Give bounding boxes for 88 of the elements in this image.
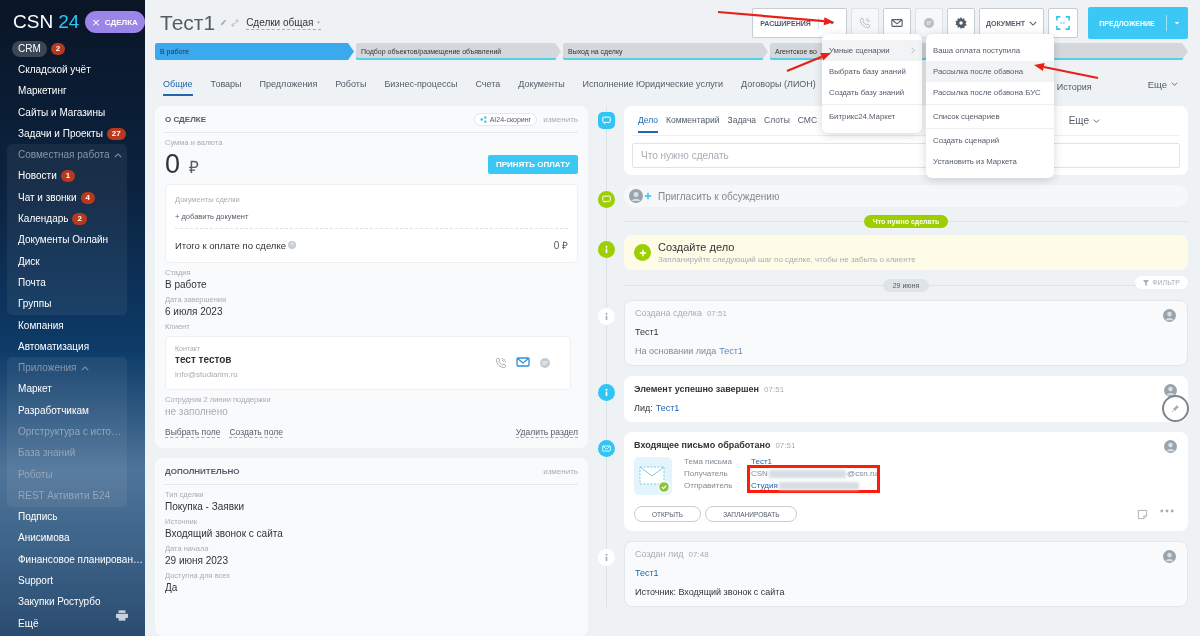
sidebar-item[interactable]: Анисимова <box>18 530 70 547</box>
tab[interactable]: Слоты <box>764 108 790 133</box>
sidebar-item[interactable]: Документы Онлайн <box>18 232 109 249</box>
entry-title: Входящее письмо обработано <box>634 440 771 450</box>
tab[interactable]: Общие <box>163 72 193 96</box>
sidebar-item[interactable]: Задачи и Проекты <box>18 125 103 142</box>
entry-text: Лид: <box>634 403 653 413</box>
entry-time: 07:51 <box>764 384 785 394</box>
section-title: ДОПОЛНИТЕЛЬНО <box>165 466 240 476</box>
entry-title: Создан лид <box>635 549 684 559</box>
entry-time: 07:48 <box>688 549 709 559</box>
more-tabs-button[interactable]: Еще <box>1147 78 1178 90</box>
count-badge: 2 <box>50 42 66 55</box>
sidebar-item[interactable]: Маркетинг <box>18 83 67 100</box>
logo: CSN 24 <box>13 11 80 33</box>
field-value: Да <box>165 582 179 593</box>
total-value: 0 ₽ <box>553 239 568 252</box>
field-label: Отправитель <box>684 481 734 490</box>
tab[interactable]: Товары <box>210 72 242 96</box>
email-link[interactable]: Студия <box>751 481 778 490</box>
count-badge: 2 <box>72 213 87 225</box>
sidebar-item[interactable]: Разработчикам <box>18 402 89 419</box>
tab[interactable]: СМС <box>797 108 818 133</box>
tab[interactable]: Комментарий <box>666 108 720 133</box>
section-title: О СДЕЛКЕ <box>165 114 206 124</box>
sidebar-item[interactable]: Почта <box>18 274 46 291</box>
tab[interactable]: Счета <box>475 72 501 96</box>
field-value: не заполнено <box>165 406 229 417</box>
total-label: Итого к оплате по сделке <box>175 239 286 251</box>
field-label: Получатель <box>684 469 729 478</box>
field-value: 6 июля 2023 <box>165 306 224 317</box>
tab[interactable]: Договоры (ЛИОН) <box>741 72 816 96</box>
sidebar-item[interactable]: CRM <box>12 40 47 57</box>
field-value: @csn.ru <box>847 469 877 478</box>
contact-name[interactable]: тест тестов <box>175 354 238 365</box>
entry-link[interactable]: Тест1 <box>655 403 680 413</box>
tab[interactable]: Бизнес-процессы <box>384 72 458 96</box>
sidebar-item[interactable]: Чат и звонки <box>18 189 77 206</box>
sidebar-item[interactable]: Финансовое планирован… <box>18 551 143 568</box>
field-link[interactable]: Выбрать поле <box>165 427 221 438</box>
create-hint: Запланируйте следующий шаг по сделке, чтобы не забыть о клиенте <box>658 255 916 264</box>
category-dropdown[interactable]: Сделки общая <box>246 16 322 30</box>
entry-text: Тест1 <box>635 327 659 337</box>
group-toggle[interactable]: Совместная работа <box>18 147 122 164</box>
email-link[interactable]: Тест1 <box>751 457 772 466</box>
page-title: Тест1 <box>160 11 216 35</box>
sidebar-item[interactable]: Складской учёт <box>18 61 91 78</box>
field-value: 29 июня 2023 <box>165 555 229 566</box>
sidebar-item[interactable]: Компания <box>18 317 64 334</box>
delete-section-link[interactable]: Удалить раздел <box>515 427 578 438</box>
count-badge: 27 <box>106 127 126 140</box>
sidebar-item[interactable]: Автоматизация <box>18 338 90 355</box>
field-value: Покупка - Заявки <box>165 501 245 512</box>
entry-link[interactable]: Тест1 <box>719 346 743 356</box>
entry-text: Источник: Входящий звонок с сайта <box>635 587 785 597</box>
field-value: Входящий звонок с сайта <box>165 528 284 539</box>
count-badge: 1 <box>60 170 76 183</box>
tab[interactable]: Исполнение Юридические услуги <box>582 72 724 96</box>
tab[interactable]: Предложения <box>259 72 318 96</box>
sidebar-item[interactable]: Support <box>18 573 54 590</box>
create-activity-card[interactable]: Создайте дело Запланируйте следующий шаг по сделке, чтобы не забыть о клиенте <box>624 235 1188 270</box>
sidebar-item[interactable]: Диск <box>18 253 40 270</box>
count-badge: 4 <box>80 191 95 204</box>
sidebar-item[interactable]: Группы <box>18 296 52 313</box>
tab[interactable]: История <box>1056 75 1092 99</box>
tab[interactable]: Задача <box>727 108 757 133</box>
entry-link[interactable]: Тест1 <box>635 568 659 578</box>
sidebar-item[interactable]: Подпись <box>18 509 58 526</box>
entry-title: Создана сделка <box>635 308 702 318</box>
amount-value: 0 ₽ <box>165 149 200 180</box>
sidebar-item[interactable]: Сайты и Магазины <box>18 104 106 121</box>
field-label: Тема письма <box>684 457 733 466</box>
more-tabs-button[interactable]: Еще <box>1068 115 1100 126</box>
sidebar-item[interactable]: Календарь <box>18 211 69 227</box>
create-title: Создайте дело <box>658 241 736 253</box>
entry-time: 07:51 <box>706 308 727 318</box>
sidebar-item[interactable]: Новости <box>18 168 57 185</box>
entry-text: На основании лида <box>635 346 717 356</box>
tab[interactable]: Документы <box>518 72 565 96</box>
tab[interactable]: Роботы <box>335 72 367 96</box>
field-link[interactable]: Создать поле <box>229 427 283 438</box>
sidebar-item[interactable]: Закупки Ростурбо <box>18 594 101 611</box>
field-value: В работе <box>165 279 208 290</box>
sidebar-item[interactable]: Ещё <box>18 615 39 632</box>
entry-time: 07:51 <box>775 440 796 450</box>
entry-title: Элемент успешно завершен <box>634 384 760 394</box>
sidebar-item[interactable]: Маркет <box>18 381 52 398</box>
tab[interactable]: Дело <box>638 108 658 133</box>
